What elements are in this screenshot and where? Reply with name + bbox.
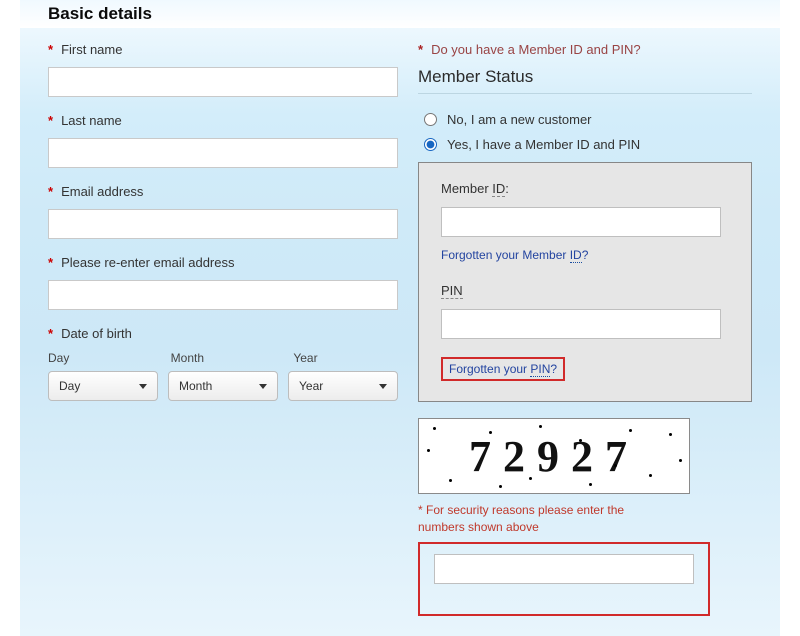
last-name-label: Last name bbox=[61, 113, 122, 128]
year-column-label: Year bbox=[293, 351, 398, 365]
chevron-down-icon bbox=[259, 384, 267, 389]
captcha-text: 72927 bbox=[469, 431, 639, 482]
page-title: Basic details bbox=[48, 4, 752, 24]
captcha-input-highlight bbox=[418, 542, 710, 616]
email-label: Email address bbox=[61, 184, 143, 199]
month-column-label: Month bbox=[171, 351, 276, 365]
day-select-value: Day bbox=[59, 379, 80, 393]
chevron-down-icon bbox=[379, 384, 387, 389]
email-input[interactable] bbox=[48, 209, 398, 239]
forgot-pin-link[interactable]: Forgotten your PIN? bbox=[449, 362, 557, 377]
month-select[interactable]: Month bbox=[168, 371, 278, 401]
member-question: Do you have a Member ID and PIN? bbox=[431, 42, 641, 57]
member-id-label: Member ID: bbox=[441, 181, 509, 196]
required-icon: * bbox=[48, 42, 53, 57]
basic-details-form: * First name * Last name * Email address bbox=[48, 42, 398, 616]
forgot-pin-highlight: Forgotten your PIN? bbox=[441, 357, 565, 381]
dob-label: Date of birth bbox=[61, 326, 132, 341]
forgot-member-id-link[interactable]: Forgotten your Member ID? bbox=[441, 248, 588, 263]
required-icon: * bbox=[48, 326, 53, 341]
chevron-down-icon bbox=[139, 384, 147, 389]
radio-existing-member[interactable]: Yes, I have a Member ID and PIN bbox=[418, 137, 752, 152]
first-name-label: First name bbox=[61, 42, 122, 57]
required-icon: * bbox=[48, 184, 53, 199]
required-icon: * bbox=[48, 255, 53, 270]
member-credentials-panel: Member ID: Forgotten your Member ID? PIN… bbox=[418, 162, 752, 402]
captcha-input[interactable] bbox=[434, 554, 694, 584]
member-status-heading: Member Status bbox=[418, 67, 752, 94]
radio-existing-member-label: Yes, I have a Member ID and PIN bbox=[447, 137, 640, 152]
required-icon: * bbox=[48, 113, 53, 128]
last-name-input[interactable] bbox=[48, 138, 398, 168]
pin-label: PIN bbox=[441, 283, 463, 299]
radio-new-customer-input[interactable] bbox=[424, 113, 437, 126]
radio-existing-member-input[interactable] bbox=[424, 138, 437, 151]
member-id-input[interactable] bbox=[441, 207, 721, 237]
email-confirm-label: Please re-enter email address bbox=[61, 255, 234, 270]
radio-new-customer[interactable]: No, I am a new customer bbox=[418, 112, 752, 127]
captcha-image: 72927 bbox=[418, 418, 690, 494]
required-icon: * bbox=[418, 42, 423, 57]
pin-input[interactable] bbox=[441, 309, 721, 339]
year-select[interactable]: Year bbox=[288, 371, 398, 401]
first-name-input[interactable] bbox=[48, 67, 398, 97]
month-select-value: Month bbox=[179, 379, 212, 393]
captcha-hint: * For security reasons please enter the … bbox=[418, 502, 668, 536]
email-confirm-input[interactable] bbox=[48, 280, 398, 310]
member-status-section: * Do you have a Member ID and PIN? Membe… bbox=[418, 42, 752, 616]
radio-new-customer-label: No, I am a new customer bbox=[447, 112, 592, 127]
day-column-label: Day bbox=[48, 351, 153, 365]
year-select-value: Year bbox=[299, 379, 323, 393]
day-select[interactable]: Day bbox=[48, 371, 158, 401]
